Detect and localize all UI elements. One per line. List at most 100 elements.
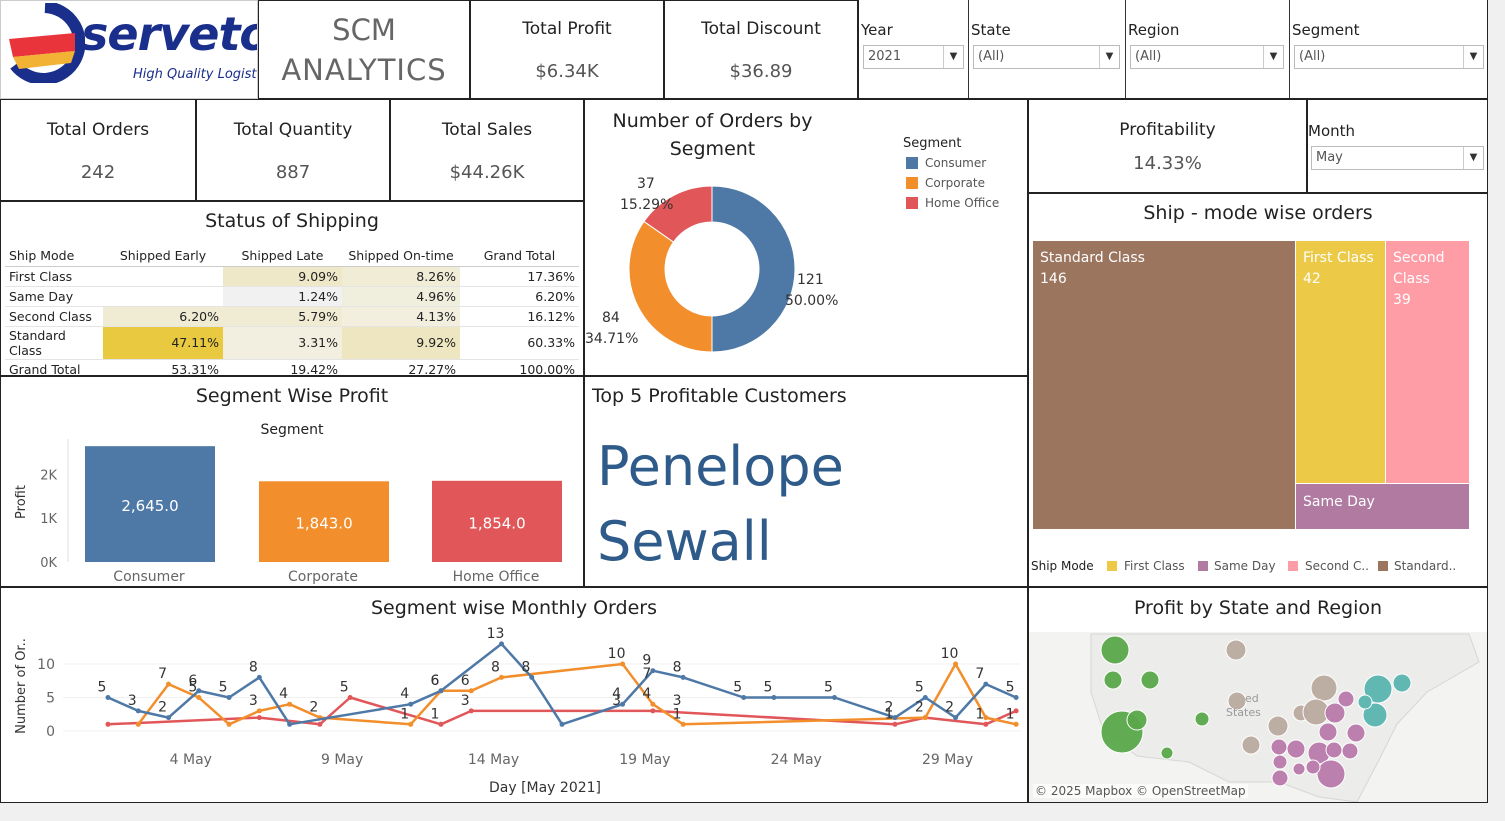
data-point[interactable]	[741, 695, 747, 700]
data-point[interactable]	[983, 721, 989, 727]
data-label: 5	[1006, 680, 1015, 696]
data-point[interactable]	[650, 708, 656, 714]
data-point[interactable]	[166, 681, 172, 687]
legend-item-second-class[interactable]: Second C..	[1305, 559, 1369, 573]
data-point[interactable]	[226, 695, 232, 700]
table-row[interactable]: Second Class 6.20% 5.79% 4.13% 16.12%	[5, 306, 579, 327]
legend-item-corporate[interactable]: Corporate	[925, 176, 985, 190]
data-point[interactable]	[347, 695, 353, 700]
data-point[interactable]	[953, 715, 959, 721]
data-point[interactable]	[1013, 721, 1019, 727]
data-point[interactable]	[166, 715, 172, 721]
consumer-count-label: 121	[797, 272, 824, 288]
data-point[interactable]	[438, 688, 444, 694]
data-point[interactable]	[105, 695, 111, 700]
month-dropdown[interactable]: May ▼	[1311, 146, 1484, 170]
segment-dropdown[interactable]: (All) ▼	[1294, 45, 1484, 69]
legend-item-consumer[interactable]: Consumer	[925, 156, 986, 170]
data-point[interactable]	[771, 695, 777, 700]
data-point[interactable]	[256, 708, 262, 714]
legend-swatch-second-class[interactable]	[1288, 561, 1298, 571]
y-axis-label: Profit	[14, 485, 29, 519]
data-point[interactable]	[468, 708, 474, 714]
legend-item-home-office[interactable]: Home Office	[925, 196, 999, 210]
data-point[interactable]	[620, 661, 626, 667]
data-point[interactable]	[287, 721, 293, 727]
table-row[interactable]: Standard Class 47.11% 3.31% 9.92% 60.33%	[5, 326, 579, 360]
segment-filter-label: Segment	[1292, 21, 1360, 39]
data-point[interactable]	[226, 721, 232, 727]
legend-swatch-standard-class[interactable]	[1378, 561, 1388, 571]
data-point[interactable]	[105, 721, 111, 727]
data-point[interactable]	[559, 721, 565, 727]
x-tick-label: 24 May	[771, 752, 822, 768]
data-point[interactable]	[1013, 695, 1019, 700]
data-point[interactable]	[317, 721, 323, 727]
data-point[interactable]	[135, 708, 141, 714]
year-dropdown[interactable]: 2021 ▼	[863, 45, 964, 69]
legend-swatch-same-day[interactable]	[1198, 561, 1208, 571]
top-customer-first-name[interactable]: Penelope	[597, 435, 844, 498]
legend-item-first-class[interactable]: First Class	[1124, 559, 1185, 573]
map-point	[1357, 694, 1373, 710]
state-dropdown[interactable]: (All) ▼	[973, 45, 1120, 69]
legend-swatch-consumer[interactable]	[906, 157, 918, 169]
corporate-count-label: 84	[602, 310, 620, 326]
chevron-down-icon[interactable]: ▼	[1263, 46, 1283, 68]
orders-by-segment-panel: Number of Orders by Segment 37 15.29% 12…	[584, 99, 1028, 376]
data-label: 5	[733, 680, 742, 696]
state-filter-label: State	[971, 21, 1011, 39]
chevron-down-icon[interactable]: ▼	[943, 46, 963, 68]
table-row[interactable]: First Class 9.09% 8.26% 17.36%	[5, 266, 579, 287]
value-cell: 53.31%	[103, 359, 223, 375]
map-point	[1194, 711, 1210, 727]
data-point[interactable]	[953, 661, 959, 667]
legend-swatch-corporate[interactable]	[906, 177, 918, 189]
segment-dropdown-value: (All)	[1299, 49, 1326, 64]
value-cell	[103, 286, 223, 307]
treemap-tile-standard-class[interactable]: Standard Class 146	[1033, 241, 1295, 529]
table-total-row[interactable]: Grand Total 53.31% 19.42% 27.27% 100.00%	[5, 359, 579, 375]
data-point[interactable]	[650, 701, 656, 707]
data-point[interactable]	[135, 721, 141, 727]
data-point[interactable]	[256, 674, 262, 680]
data-label: 8	[673, 659, 682, 675]
x-axis-label: Day [May 2021]	[489, 780, 601, 796]
data-point[interactable]	[287, 701, 293, 707]
value-cell: 47.11%	[103, 326, 223, 360]
data-point[interactable]	[529, 674, 535, 680]
treemap-tile-second-class[interactable]: Second Class 39	[1386, 241, 1469, 483]
legend-swatch-first-class[interactable]	[1107, 561, 1117, 571]
table-row[interactable]: Same Day 1.24% 4.96% 6.20%	[5, 286, 579, 307]
chevron-down-icon[interactable]: ▼	[1099, 46, 1119, 68]
data-point[interactable]	[983, 681, 989, 687]
legend-item-same-day[interactable]: Same Day	[1214, 559, 1276, 573]
map-attribution[interactable]: © 2025 Mapbox © OpenStreetMap	[1033, 784, 1248, 798]
legend-swatch-home-office[interactable]	[906, 197, 918, 209]
data-point[interactable]	[256, 715, 262, 721]
legend-item-standard-class[interactable]: Standard..	[1394, 559, 1456, 573]
top-customer-last-name[interactable]: Sewall	[597, 510, 772, 573]
y-axis-label: Number of Or..	[14, 638, 29, 734]
data-point[interactable]	[438, 721, 444, 727]
chevron-down-icon[interactable]: ▼	[1463, 46, 1483, 68]
data-label: 13	[487, 626, 505, 642]
data-point[interactable]	[499, 641, 505, 647]
data-point[interactable]	[680, 721, 686, 727]
donut-slice-corporate	[628, 220, 713, 353]
data-point[interactable]	[408, 721, 414, 727]
consumer-pct-label: 50.00%	[785, 293, 839, 309]
data-point[interactable]	[196, 695, 202, 700]
data-point[interactable]	[499, 674, 505, 680]
data-label: 3	[128, 693, 137, 709]
data-point[interactable]	[831, 695, 837, 700]
data-point[interactable]	[922, 715, 928, 721]
region-dropdown[interactable]: (All) ▼	[1130, 45, 1284, 69]
x-tick-label: 14 May	[468, 752, 519, 768]
data-point[interactable]	[892, 721, 898, 727]
treemap-tile-first-class[interactable]: First Class 42	[1296, 241, 1385, 483]
chevron-down-icon[interactable]: ▼	[1463, 147, 1483, 169]
treemap-tile-same-day[interactable]: Same Day	[1296, 484, 1469, 529]
data-label: 4	[279, 686, 288, 702]
data-point[interactable]	[680, 674, 686, 680]
